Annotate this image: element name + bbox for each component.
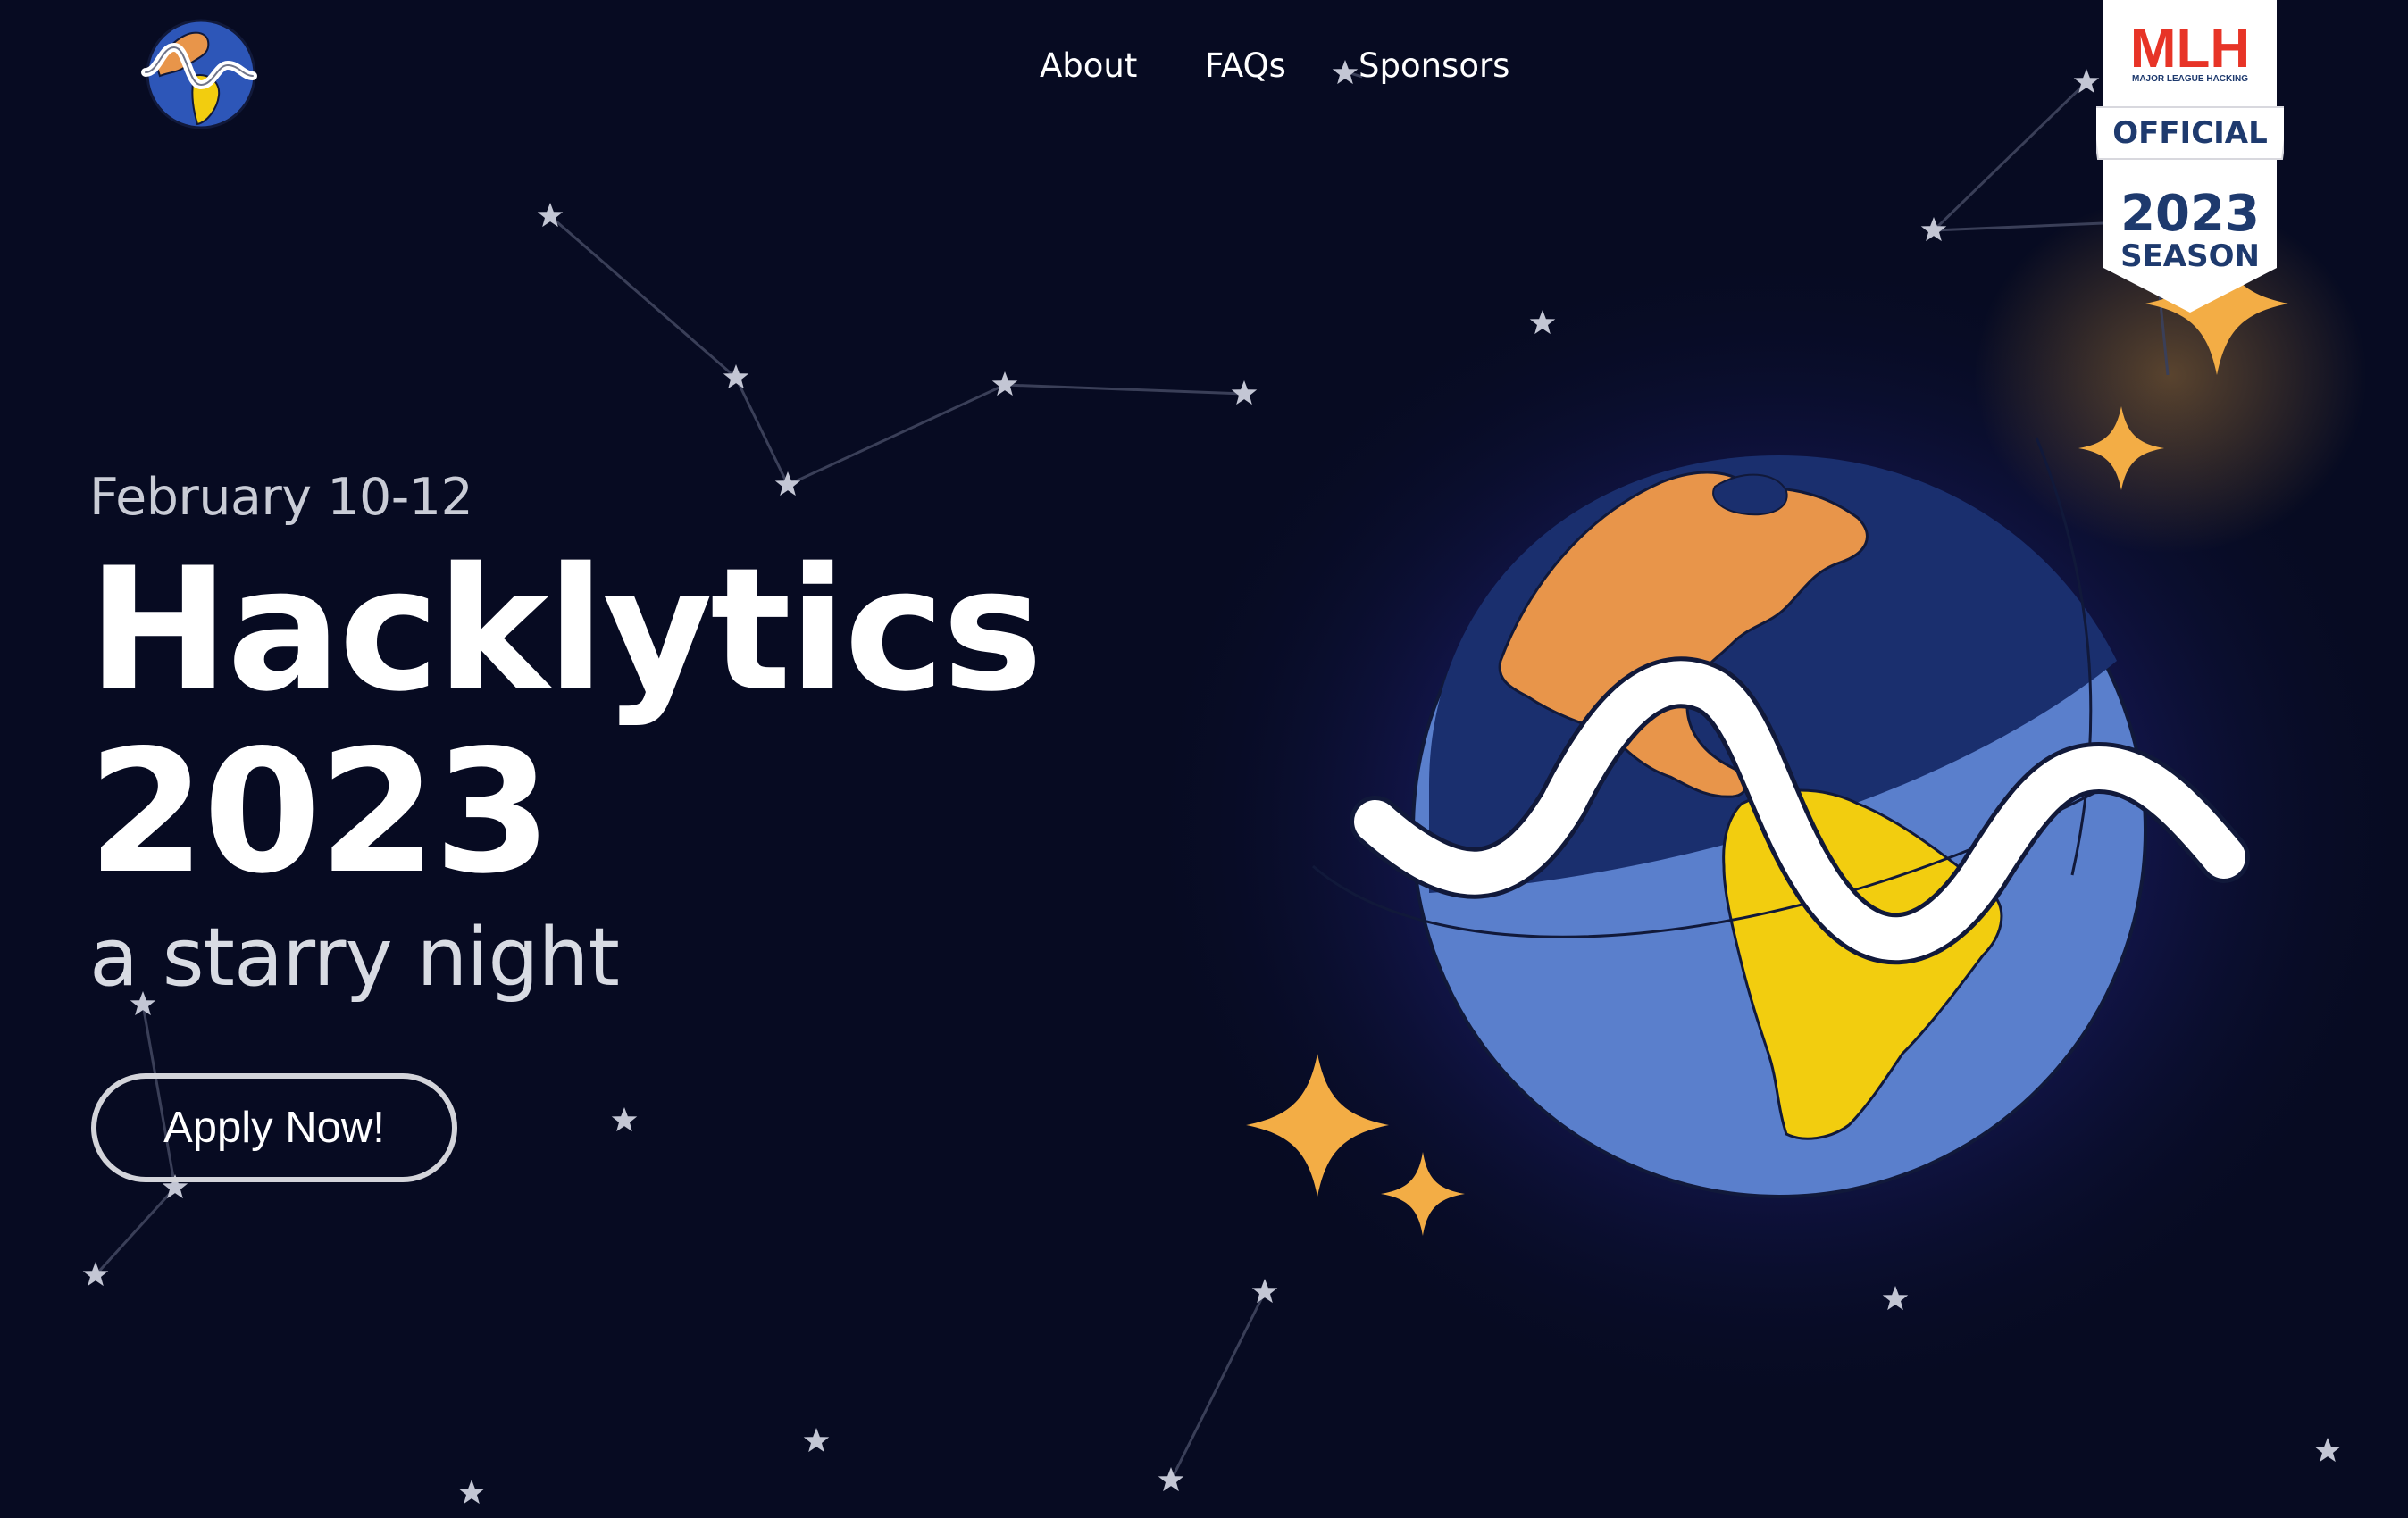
star-icon (611, 1107, 638, 1132)
page-title: Hacklytics 2023 (88, 531, 1043, 911)
star-icon (2314, 1438, 2341, 1463)
star-icon (774, 471, 801, 496)
mlh-year: 2023 (2120, 185, 2260, 243)
title-line-year: 2023 (88, 713, 552, 911)
star-icon (458, 1480, 485, 1505)
star-icon (723, 364, 749, 389)
mlh-badge[interactable]: MLH MAJOR LEAGUE HACKING OFFICIAL 2023 S… (2096, 0, 2284, 314)
mlh-official: OFFICIAL (2112, 115, 2268, 151)
event-date: February 10-12 (89, 468, 473, 527)
mlh-season: SEASON (2120, 238, 2260, 274)
title-line-name: Hacklytics (88, 531, 1043, 729)
sparkle-icon (1381, 1152, 1465, 1236)
mlh-brand-subtitle: MAJOR LEAGUE HACKING (2132, 74, 2248, 84)
nav-faqs[interactable]: FAQs (1205, 46, 1286, 85)
sparkle-icon (1246, 1054, 1389, 1197)
mlh-brand: MLH (2130, 18, 2250, 79)
nav-sponsors[interactable]: Sponsors (1359, 46, 1509, 85)
star-icon (1158, 1467, 1184, 1492)
top-nav: About FAQs Sponsors (0, 46, 2408, 100)
globe-wave-illustration (1246, 250, 2288, 1236)
star-icon (991, 371, 1018, 396)
apply-now-button[interactable]: Apply Now! (91, 1073, 457, 1182)
tagline: a starry night (89, 911, 620, 1005)
sparkle-icon (2078, 406, 2164, 490)
nav-about[interactable]: About (1040, 46, 1137, 85)
star-icon (803, 1428, 830, 1453)
greenland (1712, 473, 1788, 516)
